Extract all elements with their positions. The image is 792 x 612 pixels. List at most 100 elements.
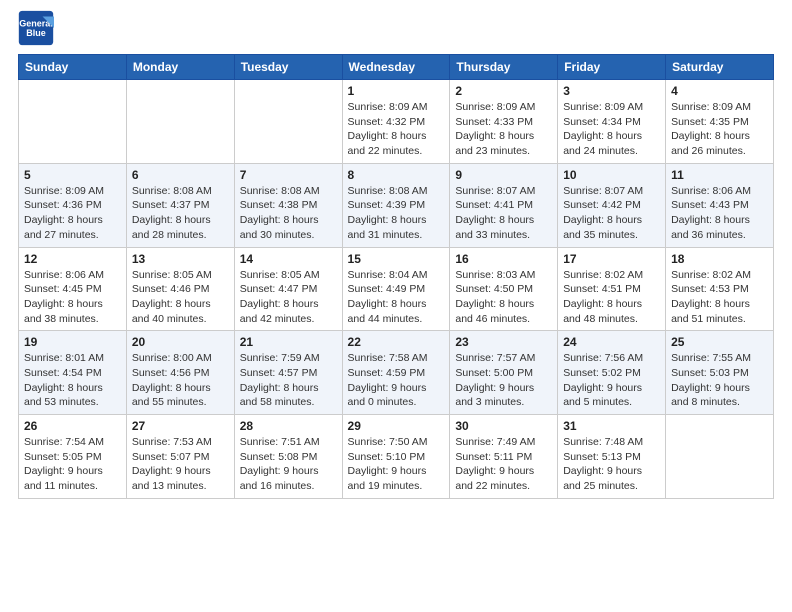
day-number: 6 [132, 168, 229, 182]
day-cell: 25 Sunrise: 7:55 AM Sunset: 5:03 PM Dayli… [666, 331, 774, 415]
day-info: Sunrise: 8:06 AM Sunset: 4:45 PM Dayligh… [24, 268, 121, 327]
day-cell: 21 Sunrise: 7:59 AM Sunset: 4:57 PM Dayli… [234, 331, 342, 415]
day-cell: 1 Sunrise: 8:09 AM Sunset: 4:32 PM Daylig… [342, 80, 450, 164]
day-cell: 22 Sunrise: 7:58 AM Sunset: 4:59 PM Dayli… [342, 331, 450, 415]
day-cell: 17 Sunrise: 8:02 AM Sunset: 4:51 PM Dayli… [558, 247, 666, 331]
day-number: 16 [455, 252, 552, 266]
day-cell: 6 Sunrise: 8:08 AM Sunset: 4:37 PM Daylig… [126, 163, 234, 247]
day-info: Sunrise: 8:08 AM Sunset: 4:39 PM Dayligh… [348, 184, 445, 243]
day-cell: 18 Sunrise: 8:02 AM Sunset: 4:53 PM Dayli… [666, 247, 774, 331]
day-cell: 7 Sunrise: 8:08 AM Sunset: 4:38 PM Daylig… [234, 163, 342, 247]
day-number: 11 [671, 168, 768, 182]
day-number: 14 [240, 252, 337, 266]
day-number: 24 [563, 335, 660, 349]
day-number: 15 [348, 252, 445, 266]
day-number: 21 [240, 335, 337, 349]
day-info: Sunrise: 8:04 AM Sunset: 4:49 PM Dayligh… [348, 268, 445, 327]
day-cell [234, 80, 342, 164]
day-cell: 28 Sunrise: 7:51 AM Sunset: 5:08 PM Dayli… [234, 415, 342, 499]
week-row-3: 12 Sunrise: 8:06 AM Sunset: 4:45 PM Dayli… [19, 247, 774, 331]
weekday-sunday: Sunday [19, 55, 127, 80]
weekday-thursday: Thursday [450, 55, 558, 80]
day-number: 19 [24, 335, 121, 349]
day-info: Sunrise: 7:53 AM Sunset: 5:07 PM Dayligh… [132, 435, 229, 494]
day-cell: 8 Sunrise: 8:08 AM Sunset: 4:39 PM Daylig… [342, 163, 450, 247]
day-info: Sunrise: 7:58 AM Sunset: 4:59 PM Dayligh… [348, 351, 445, 410]
day-cell: 5 Sunrise: 8:09 AM Sunset: 4:36 PM Daylig… [19, 163, 127, 247]
day-cell: 10 Sunrise: 8:07 AM Sunset: 4:42 PM Dayli… [558, 163, 666, 247]
day-number: 22 [348, 335, 445, 349]
day-info: Sunrise: 8:08 AM Sunset: 4:37 PM Dayligh… [132, 184, 229, 243]
day-number: 29 [348, 419, 445, 433]
day-info: Sunrise: 8:07 AM Sunset: 4:41 PM Dayligh… [455, 184, 552, 243]
day-info: Sunrise: 8:08 AM Sunset: 4:38 PM Dayligh… [240, 184, 337, 243]
day-number: 13 [132, 252, 229, 266]
day-number: 30 [455, 419, 552, 433]
day-cell: 11 Sunrise: 8:06 AM Sunset: 4:43 PM Dayli… [666, 163, 774, 247]
day-number: 17 [563, 252, 660, 266]
day-info: Sunrise: 7:57 AM Sunset: 5:00 PM Dayligh… [455, 351, 552, 410]
day-number: 5 [24, 168, 121, 182]
day-number: 28 [240, 419, 337, 433]
day-cell: 31Sunrise: 7:48 AM Sunset: 5:13 PM Dayli… [558, 415, 666, 499]
day-number: 12 [24, 252, 121, 266]
day-number: 3 [563, 84, 660, 98]
day-number: 26 [24, 419, 121, 433]
day-cell: 2Sunrise: 8:09 AM Sunset: 4:33 PM Daylig… [450, 80, 558, 164]
day-info: Sunrise: 8:02 AM Sunset: 4:53 PM Dayligh… [671, 268, 768, 327]
weekday-header-row: SundayMondayTuesdayWednesdayThursdayFrid… [19, 55, 774, 80]
day-info: Sunrise: 8:05 AM Sunset: 4:47 PM Dayligh… [240, 268, 337, 327]
day-number: 4 [671, 84, 768, 98]
day-number: 23 [455, 335, 552, 349]
day-number: 25 [671, 335, 768, 349]
day-cell: 9Sunrise: 8:07 AM Sunset: 4:41 PM Daylig… [450, 163, 558, 247]
day-info: Sunrise: 8:07 AM Sunset: 4:42 PM Dayligh… [563, 184, 660, 243]
day-info: Sunrise: 8:09 AM Sunset: 4:35 PM Dayligh… [671, 100, 768, 159]
day-info: Sunrise: 7:55 AM Sunset: 5:03 PM Dayligh… [671, 351, 768, 410]
calendar: SundayMondayTuesdayWednesdayThursdayFrid… [18, 54, 774, 499]
day-cell: 4 Sunrise: 8:09 AM Sunset: 4:35 PM Daylig… [666, 80, 774, 164]
day-info: Sunrise: 7:50 AM Sunset: 5:10 PM Dayligh… [348, 435, 445, 494]
week-row-5: 26 Sunrise: 7:54 AM Sunset: 5:05 PM Dayli… [19, 415, 774, 499]
day-number: 2 [455, 84, 552, 98]
header: General Blue [18, 10, 774, 46]
day-info: Sunrise: 7:59 AM Sunset: 4:57 PM Dayligh… [240, 351, 337, 410]
day-number: 18 [671, 252, 768, 266]
day-info: Sunrise: 8:09 AM Sunset: 4:34 PM Dayligh… [563, 100, 660, 159]
week-row-1: 1 Sunrise: 8:09 AM Sunset: 4:32 PM Daylig… [19, 80, 774, 164]
day-number: 1 [348, 84, 445, 98]
week-row-2: 5 Sunrise: 8:09 AM Sunset: 4:36 PM Daylig… [19, 163, 774, 247]
day-info: Sunrise: 7:48 AM Sunset: 5:13 PM Dayligh… [563, 435, 660, 494]
weekday-wednesday: Wednesday [342, 55, 450, 80]
day-cell: 12 Sunrise: 8:06 AM Sunset: 4:45 PM Dayli… [19, 247, 127, 331]
day-cell: 27 Sunrise: 7:53 AM Sunset: 5:07 PM Dayli… [126, 415, 234, 499]
day-number: 20 [132, 335, 229, 349]
weekday-tuesday: Tuesday [234, 55, 342, 80]
day-number: 8 [348, 168, 445, 182]
day-cell: 24Sunrise: 7:56 AM Sunset: 5:02 PM Dayli… [558, 331, 666, 415]
day-info: Sunrise: 8:00 AM Sunset: 4:56 PM Dayligh… [132, 351, 229, 410]
day-info: Sunrise: 7:51 AM Sunset: 5:08 PM Dayligh… [240, 435, 337, 494]
day-cell: 26 Sunrise: 7:54 AM Sunset: 5:05 PM Dayli… [19, 415, 127, 499]
day-number: 10 [563, 168, 660, 182]
day-info: Sunrise: 8:01 AM Sunset: 4:54 PM Dayligh… [24, 351, 121, 410]
day-info: Sunrise: 8:05 AM Sunset: 4:46 PM Dayligh… [132, 268, 229, 327]
day-info: Sunrise: 7:54 AM Sunset: 5:05 PM Dayligh… [24, 435, 121, 494]
page: General Blue SundayMondayTuesdayWednesda… [0, 0, 792, 612]
day-number: 7 [240, 168, 337, 182]
svg-text:Blue: Blue [26, 28, 46, 38]
week-row-4: 19 Sunrise: 8:01 AM Sunset: 4:54 PM Dayli… [19, 331, 774, 415]
weekday-saturday: Saturday [666, 55, 774, 80]
day-info: Sunrise: 7:49 AM Sunset: 5:11 PM Dayligh… [455, 435, 552, 494]
day-info: Sunrise: 8:09 AM Sunset: 4:36 PM Dayligh… [24, 184, 121, 243]
day-cell: 29 Sunrise: 7:50 AM Sunset: 5:10 PM Dayli… [342, 415, 450, 499]
day-info: Sunrise: 8:02 AM Sunset: 4:51 PM Dayligh… [563, 268, 660, 327]
day-cell [19, 80, 127, 164]
day-cell: 3 Sunrise: 8:09 AM Sunset: 4:34 PM Daylig… [558, 80, 666, 164]
day-cell [666, 415, 774, 499]
day-number: 27 [132, 419, 229, 433]
weekday-friday: Friday [558, 55, 666, 80]
day-info: Sunrise: 8:09 AM Sunset: 4:32 PM Dayligh… [348, 100, 445, 159]
day-info: Sunrise: 8:06 AM Sunset: 4:43 PM Dayligh… [671, 184, 768, 243]
day-cell: 20 Sunrise: 8:00 AM Sunset: 4:56 PM Dayli… [126, 331, 234, 415]
